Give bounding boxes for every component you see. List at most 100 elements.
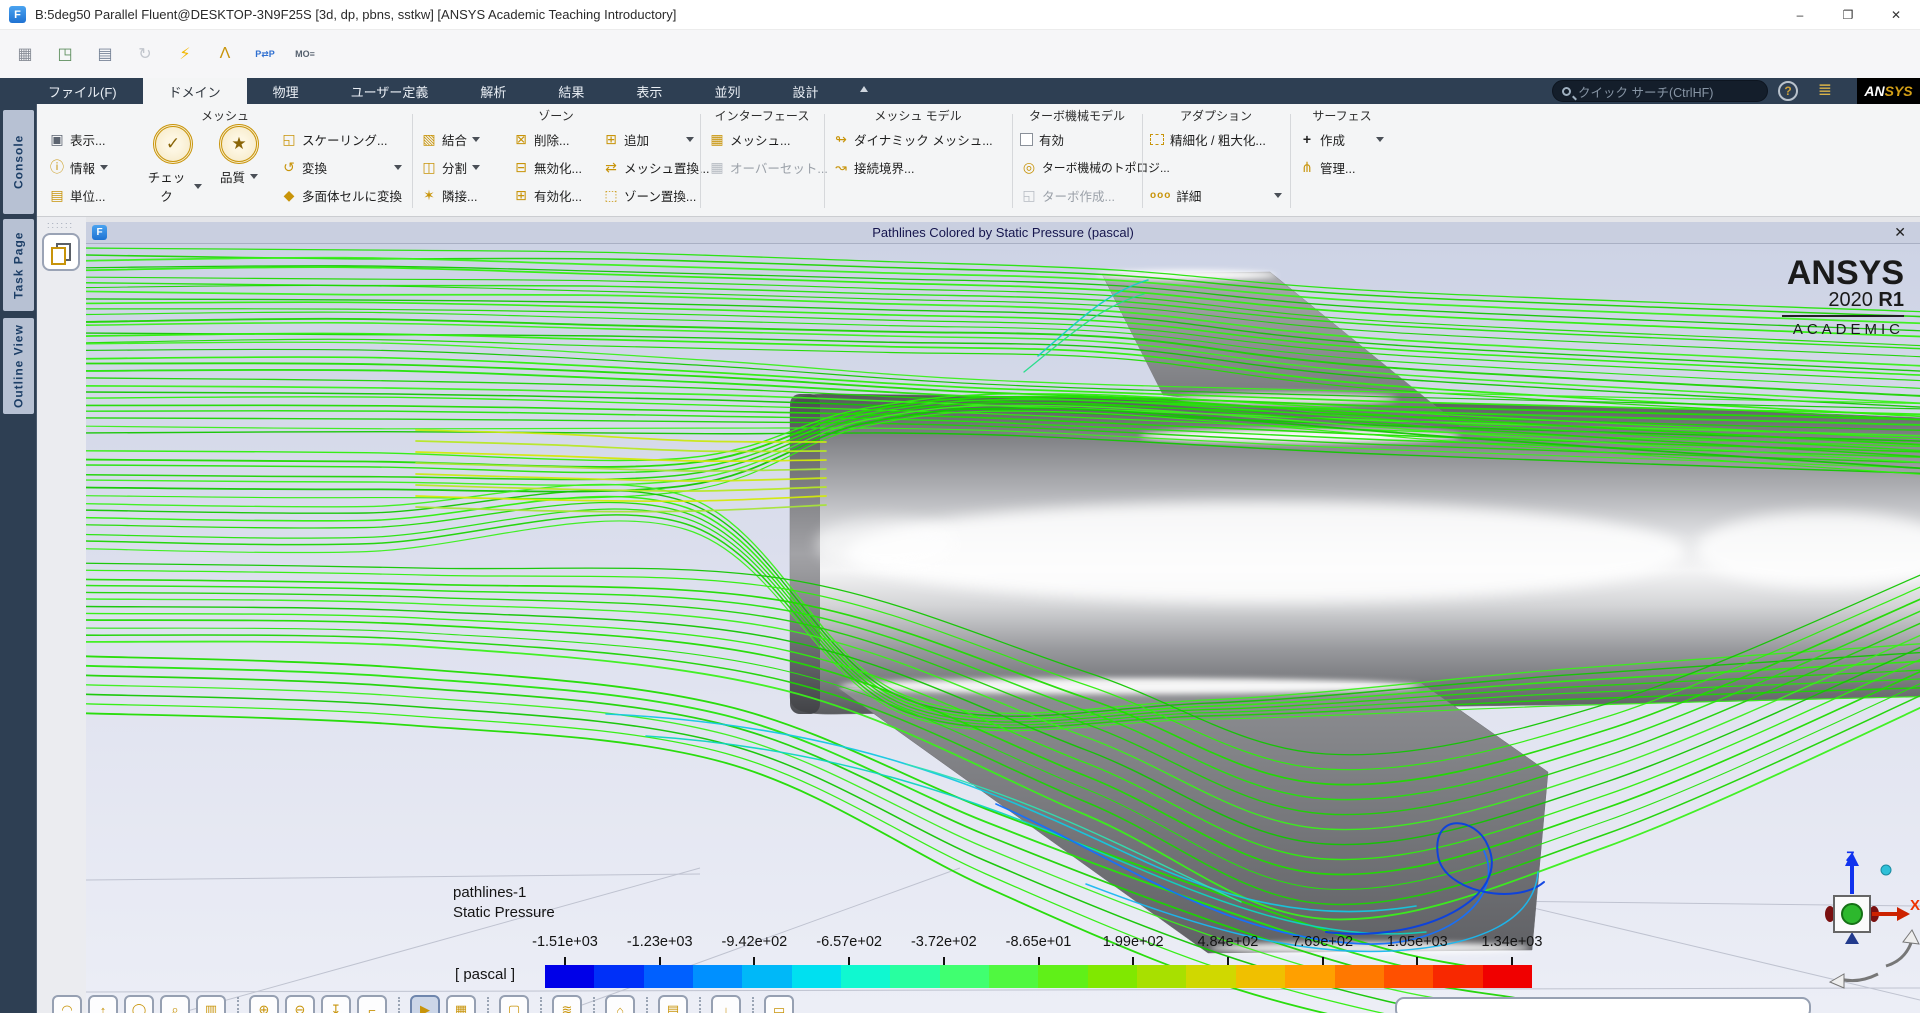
rotate-arrow-icon [1840,974,1878,981]
toolbar-grip [487,997,489,1013]
colorbar-segment [890,965,939,988]
tab-solution[interactable]: 解析 [454,78,532,104]
sidebar-tab-outline-view[interactable]: Outline View [3,318,34,414]
reference-point-dot [1881,865,1891,875]
zone-activate-button[interactable]: ⊞有効化... [512,184,582,206]
sidebar-tab-console[interactable]: Console [3,110,34,214]
zone-deactivate-button[interactable]: ⊟無効化... [512,156,582,178]
zone-replace-mesh-button[interactable]: ⇄メッシュ置換... [602,156,709,178]
zone-adjacency-button[interactable]: ✶隣接... [420,184,477,206]
ribbon-group-mesh-models: メッシュ モデル ↬ダイナミック メッシュ... ↝接続境界... [826,104,1010,216]
pin-view-button[interactable]: ↧ [321,995,351,1013]
rotate-view-button[interactable]: ◯ [124,995,154,1013]
turbo-enable-checkbox[interactable]: 有効 [1020,128,1064,150]
colorbar-segment [1433,965,1482,988]
refresh-icon[interactable]: ↻ [132,44,158,64]
turbo-create-button[interactable]: ◱ターボ作成... [1020,184,1115,206]
sidebar-tab-task-page[interactable]: Task Page [3,219,34,311]
tab-results[interactable]: 結果 [532,78,610,104]
zone-combine-button[interactable]: ▧結合 [420,128,480,150]
ansys-mark-icon[interactable]: Λ [212,45,238,63]
maximize-button[interactable]: ❐ [1824,0,1872,30]
tab-file[interactable]: ファイル(F) [22,78,143,104]
help-icon[interactable]: ? [1778,81,1798,101]
clip-plane-button[interactable]: ⌐ [357,995,387,1013]
graphics-window-close-icon[interactable]: ✕ [1894,224,1906,241]
waves-button[interactable]: ≋ [552,995,582,1013]
interface-mesh-button[interactable]: ▦メッシュ... [708,128,790,150]
surface-create-button[interactable]: +作成 [1298,128,1384,150]
minimize-button[interactable]: – [1776,0,1824,30]
mesh-to-polyhedra-button[interactable]: ◆多面体セルに変換 [280,184,402,206]
graphics-window-titlebar[interactable]: F Pathlines Colored by Static Pressure (… [86,222,1920,244]
page-setup-button[interactable]: ▭ [764,995,794,1013]
mesh-display-button[interactable]: ▣表示... [48,128,105,150]
replace-zone-icon: ⬚ [602,187,620,204]
tab-design[interactable]: 設計 [766,78,844,104]
copy-page-button[interactable] [42,233,80,271]
zone-delete-button[interactable]: ⊠削除... [512,128,569,150]
mesh-check-icon: ✓ [153,124,193,164]
calculator-icon[interactable]: ▤ [92,44,118,64]
monitor-options-icon[interactable]: MO≡ [292,49,318,59]
point-transfer-icon[interactable]: P⇄P [252,49,278,60]
toolbar-grip [646,997,648,1013]
tab-user-defined[interactable]: ユーザー定義 [325,78,455,104]
mesh-check-button[interactable]: ✓ チェック [144,124,202,205]
fluent-app-icon: F [9,6,26,23]
mapped-interface-button[interactable]: ↝接続境界... [832,156,914,178]
zoom-button[interactable]: ⌕ [160,995,190,1013]
colorbar-segment [1186,965,1235,988]
tab-physics[interactable]: 物理 [247,78,325,104]
cfd-scene[interactable] [86,244,1920,1013]
mesh-quality-button[interactable]: ★ 品質 [210,124,268,186]
legend-colorbar [545,965,1532,988]
mesh-units-button[interactable]: ▤単位... [48,184,105,206]
search-input[interactable]: クイック サーチ(CtrlHF) [1552,80,1768,102]
bottom-input-box[interactable] [1395,997,1811,1013]
tab-view[interactable]: 表示 [610,78,688,104]
legend-units: [ pascal ] [455,966,515,983]
zoom-in-button[interactable]: ⊕ [249,995,279,1013]
zone-separate-button[interactable]: ◫分割 [420,156,480,178]
probe-button[interactable]: ↓ [711,995,741,1013]
import-case-icon[interactable]: ◳ [52,44,78,64]
dynamic-mesh-button[interactable]: ↬ダイナミック メッシュ... [832,128,993,150]
drag-grip-icon[interactable]: :::::: [47,220,74,230]
console-toggle-icon[interactable]: ≣ [1818,80,1832,100]
3d-viewport[interactable] [86,244,1920,1013]
fit-to-window-button[interactable]: ▥ [196,995,226,1013]
report-button[interactable]: ▤ [658,995,688,1013]
home-view-button[interactable]: ⌂ [605,995,635,1013]
interface-overset-button[interactable]: ▦オーバーセット... [708,156,828,178]
mesh-info-button[interactable]: ⓘ情報 [48,156,108,178]
ribbon-collapse-button[interactable] [844,78,878,104]
legend-tick [753,957,755,965]
empty-button[interactable]: ▢ [499,995,529,1013]
mesh-scale-button[interactable]: ◱スケーリング... [280,128,387,150]
zoom-out-button[interactable]: ⊖ [285,995,315,1013]
legend-tick-label: 1.99e+02 [1103,934,1164,950]
play-pathlines-button[interactable]: ▶ [410,995,440,1013]
ribbon-group-surface: サーフェス +作成 ⋔管理... [1292,104,1392,216]
legend-tick-label: 7.69e+02 [1292,934,1353,950]
combine-icon: ▧ [420,131,438,148]
close-button[interactable]: ✕ [1872,0,1920,30]
zone-append-button[interactable]: ⊞追加 [602,128,694,150]
mesh-display-button[interactable]: ▦ [446,995,476,1013]
pan-button[interactable]: ↕ [88,995,118,1013]
mesh-cube-icon[interactable]: ▦ [12,44,38,64]
mesh-transform-button[interactable]: ↺変換 [280,156,402,178]
ansys-logo-sys: SYS [1885,83,1913,99]
axis-triad[interactable]: Z X [1798,848,1920,998]
lightning-bolt-icon[interactable]: ⚡ [172,44,198,64]
surface-manage-button[interactable]: ⋔管理... [1298,156,1355,178]
search-icon [1562,87,1571,96]
adaption-details-button[interactable]: ooo詳細 [1150,184,1282,206]
tab-parallel[interactable]: 並列 [688,78,766,104]
select-pointer-button[interactable]: ◠ [52,995,82,1013]
adaption-refine-button[interactable]: 精細化 / 粗大化... [1150,128,1266,150]
zone-replace-zone-button[interactable]: ⬚ゾーン置換... [602,184,696,206]
colorbar-segment [1088,965,1137,988]
tab-domain[interactable]: ドメイン [143,78,247,104]
